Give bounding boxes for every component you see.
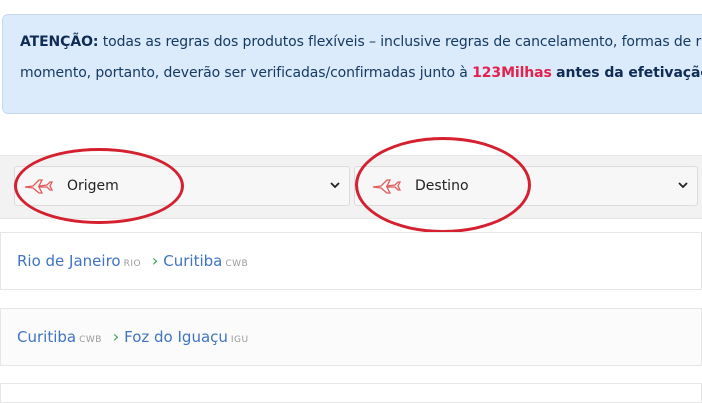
route-destination-city: Curitiba [163,252,223,270]
route-destination-code: CWB [225,259,249,269]
brand-name: 123Milhas [472,65,552,81]
route-origin-city: Rio de Janeiro [17,252,121,270]
destination-select[interactable]: Destino [354,166,698,206]
chevron-down-icon [678,182,688,189]
route-item-partial[interactable] [0,383,702,403]
alert-text-1: todas as regras dos produtos flexíveis –… [102,34,702,50]
chevron-right-icon: › [112,327,120,346]
alert-line-1: ATENÇÃO: todas as regras dos produtos fl… [20,34,701,50]
route-item[interactable]: Curitiba CWB › Foz do Iguaçu IGU [0,308,702,366]
origin-select[interactable]: Origem [14,166,350,206]
alert-text-2: momento, portanto, deverão ser verificad… [20,65,473,81]
alert-prefix: ATENÇÃO: [20,34,99,50]
destination-label: Destino [415,178,469,194]
route-origin-code: CWB [79,335,102,345]
origin-label: Origem [67,178,119,194]
alert-line-2: momento, portanto, deverão ser verificad… [20,65,702,81]
route-destination-code: IGU [230,335,249,345]
alert-text-3: antes da efetivação [556,65,702,81]
route-origin-city: Curitiba [17,328,77,346]
route-item[interactable]: Rio de Janeiro RIO › Curitiba CWB [0,232,702,290]
airplane-icon [372,179,401,194]
chevron-down-icon [330,182,340,189]
route-origin-code: RIO [123,259,142,269]
route-filter-bar: Origem Destino [0,155,702,219]
route-destination-city: Foz do Iguaçu [124,328,228,346]
chevron-right-icon: › [151,251,159,270]
attention-alert: ATENÇÃO: todas as regras dos produtos fl… [2,14,702,114]
airplane-icon [24,179,53,194]
